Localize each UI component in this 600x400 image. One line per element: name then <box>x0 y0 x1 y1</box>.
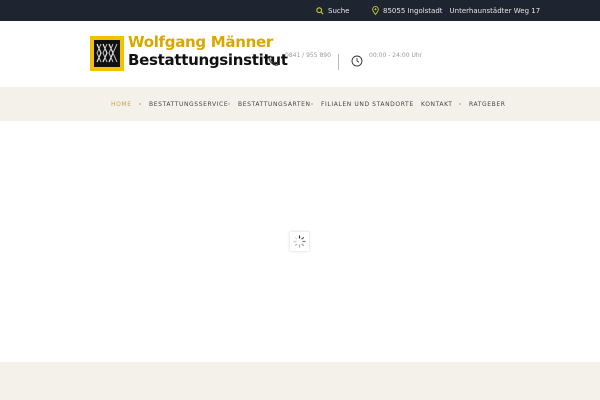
nav-separator <box>411 103 413 105</box>
spinner-icon <box>293 235 306 248</box>
main-navigation: HOME BESTATTUNGSSERVICE BESTATTUNGSARTEN… <box>0 87 600 121</box>
site-header: Wolfgang Männer Bestattungsinstitut 0841… <box>0 21 600 87</box>
address-street: Unterhaunstädter Weg 17 <box>449 6 541 15</box>
address-link[interactable]: 85055 Ingolstadt Unterhaunstädter Weg 17 <box>372 0 540 21</box>
address-city: 85055 Ingolstadt <box>383 6 443 15</box>
phone-number[interactable]: 0841 / 955 890 <box>285 52 331 59</box>
nav-separator <box>228 103 230 105</box>
header-divider <box>338 54 339 70</box>
nav-item-bestattungsservice[interactable]: BESTATTUNGSSERVICE <box>149 87 228 121</box>
main-content <box>0 121 600 362</box>
clock-icon <box>351 55 363 67</box>
opening-hours: 00:00 - 24:00 Uhr <box>369 52 423 59</box>
logo[interactable] <box>90 36 124 71</box>
footer <box>0 362 600 400</box>
search-link[interactable]: Suche <box>316 0 349 21</box>
nav-item-ratgeber[interactable]: RATGEBER <box>469 87 506 121</box>
nav-item-filialen[interactable]: FILIALEN UND STANDORTE <box>321 87 414 121</box>
nav-item-home[interactable]: HOME <box>111 87 132 121</box>
phone-icon <box>268 55 279 66</box>
nav-separator <box>311 103 313 105</box>
map-pin-icon <box>372 6 379 15</box>
search-label: Suche <box>328 6 350 15</box>
nav-item-kontakt[interactable]: KONTAKT <box>421 87 452 121</box>
nav-item-bestattungsarten[interactable]: BESTATTUNGSARTEN <box>238 87 311 121</box>
search-icon <box>316 6 324 15</box>
brand-subtitle[interactable]: Bestattungsinstitut <box>128 51 288 69</box>
nav-separator <box>459 103 461 105</box>
logo-mark-icon <box>94 40 120 67</box>
nav-separator <box>139 103 141 105</box>
brand-name[interactable]: Wolfgang Männer <box>128 33 273 51</box>
page-loader <box>290 232 309 251</box>
top-bar: Suche 85055 Ingolstadt Unterhaunstädter … <box>0 0 600 21</box>
